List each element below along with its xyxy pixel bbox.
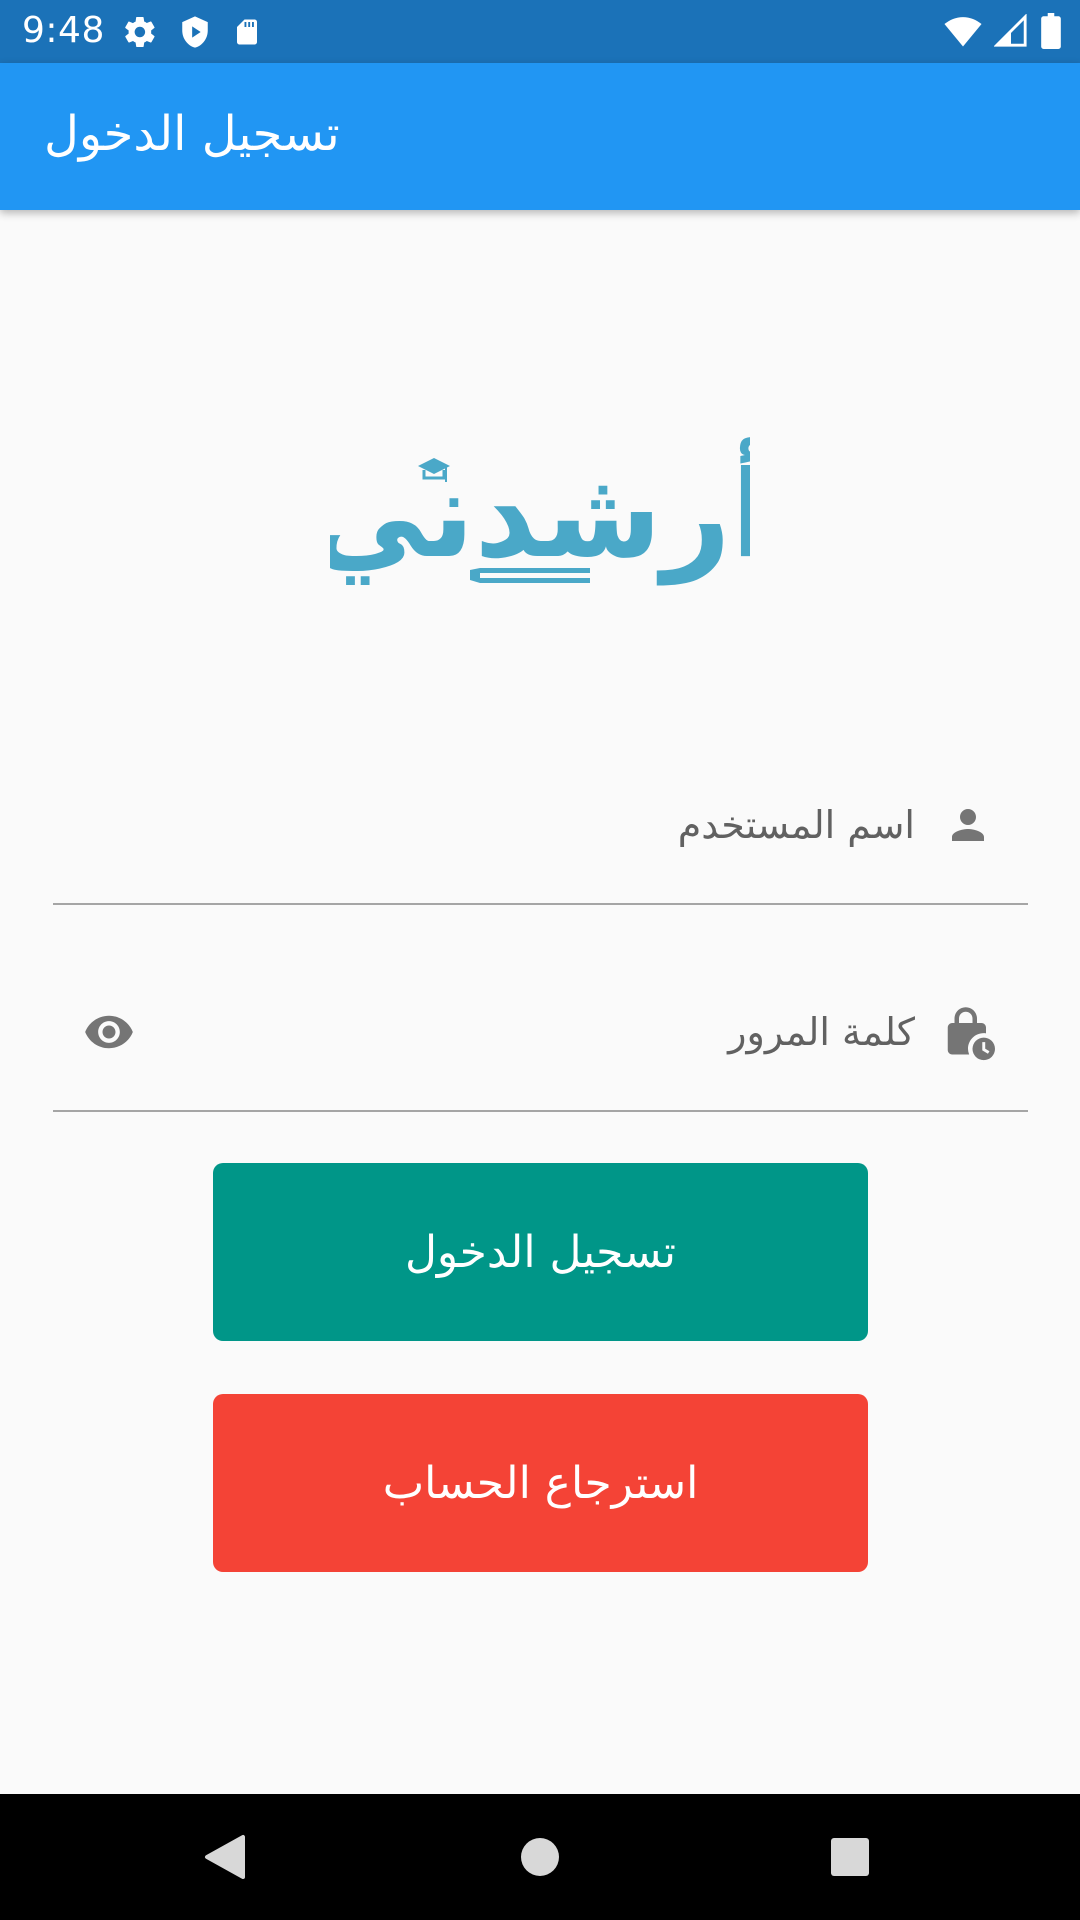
wifi-icon bbox=[944, 14, 982, 48]
status-icons-left bbox=[122, 14, 262, 50]
back-icon[interactable] bbox=[190, 1824, 260, 1890]
system-nav-bar bbox=[0, 1794, 1080, 1920]
recover-account-button[interactable]: استرجاع الحساب bbox=[213, 1394, 868, 1572]
page-title: تسجيل الدخول bbox=[44, 106, 340, 162]
status-icons-right bbox=[944, 13, 1062, 49]
eye-icon[interactable] bbox=[83, 1006, 135, 1058]
username-field[interactable]: اسم المستخدم bbox=[53, 795, 1028, 905]
app-logo: أرشدني bbox=[308, 400, 772, 620]
cell-signal-icon bbox=[994, 14, 1028, 48]
lock-clock-icon bbox=[938, 1002, 998, 1062]
recents-icon[interactable] bbox=[815, 1824, 885, 1890]
password-field[interactable]: كلمة المرور bbox=[53, 1002, 1028, 1112]
gear-icon bbox=[122, 14, 158, 50]
status-time: 9:48 bbox=[22, 10, 105, 51]
shield-play-icon bbox=[178, 14, 212, 50]
person-icon bbox=[938, 795, 998, 855]
battery-icon bbox=[1040, 13, 1062, 49]
password-placeholder: كلمة المرور bbox=[728, 1010, 915, 1054]
app-bar: تسجيل الدخول bbox=[0, 63, 1080, 210]
home-icon[interactable] bbox=[505, 1824, 575, 1890]
username-placeholder: اسم المستخدم bbox=[677, 803, 915, 847]
status-bar: 9:48 bbox=[0, 0, 1080, 63]
login-button[interactable]: تسجيل الدخول bbox=[213, 1163, 868, 1341]
logo-text: أرشدني bbox=[330, 437, 750, 585]
sd-card-icon bbox=[232, 14, 262, 50]
